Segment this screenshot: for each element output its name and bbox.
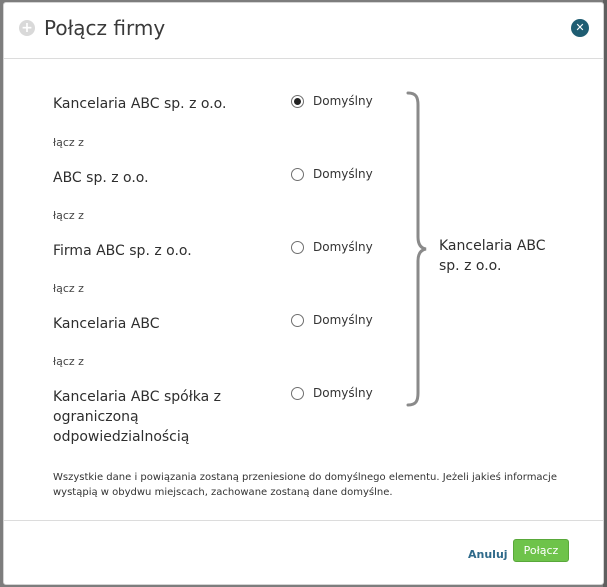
radio-button[interactable] <box>291 240 304 254</box>
dialog-header: + Połącz firmy ✕ <box>4 3 603 59</box>
merge-info-text: Wszystkie dane i powiązania zostaną prze… <box>53 472 557 498</box>
close-icon[interactable]: ✕ <box>571 19 589 37</box>
default-radio-option[interactable]: Domyślny <box>291 239 373 255</box>
dialog-title: Połącz firmy <box>44 16 166 40</box>
cancel-link[interactable]: Anuluj <box>468 548 508 561</box>
default-radio-option[interactable]: Domyślny <box>291 93 373 109</box>
curly-brace-icon <box>406 91 427 407</box>
default-radio-option[interactable]: Domyślny <box>291 312 373 328</box>
radio-label: Domyślny <box>313 313 373 327</box>
company-name: ABC sp. z o.o. <box>53 170 149 186</box>
connector-label: łącz z <box>53 355 84 368</box>
merge-result-name: Kancelaria ABC sp. z o.o. <box>439 238 546 274</box>
connector-label: łącz z <box>53 136 84 149</box>
radio-label: Domyślny <box>313 167 373 181</box>
plus-circle-icon: + <box>19 20 35 36</box>
radio-label: Domyślny <box>313 240 373 254</box>
default-radio-option[interactable]: Domyślny <box>291 385 373 401</box>
connector-label: łącz z <box>53 209 84 222</box>
default-radio-option[interactable]: Domyślny <box>291 166 373 182</box>
radio-button[interactable] <box>291 167 304 181</box>
merge-button[interactable]: Połącz <box>513 539 569 562</box>
radio-label: Domyślny <box>313 386 373 400</box>
radio-button[interactable] <box>291 313 304 327</box>
radio-button[interactable] <box>291 386 304 400</box>
company-name: Kancelaria ABC sp. z o.o. <box>53 96 227 112</box>
company-name: Kancelaria ABC spółka z ograniczoną odpo… <box>53 389 221 445</box>
footer-divider <box>4 520 603 521</box>
company-name: Kancelaria ABC <box>53 316 160 332</box>
radio-label: Domyślny <box>313 94 373 108</box>
company-name: Firma ABC sp. z o.o. <box>53 243 192 259</box>
connector-label: łącz z <box>53 282 84 295</box>
radio-button[interactable] <box>291 94 304 108</box>
merge-companies-dialog: + Połącz firmy ✕ Kancelaria ABC sp. z o.… <box>3 2 604 585</box>
